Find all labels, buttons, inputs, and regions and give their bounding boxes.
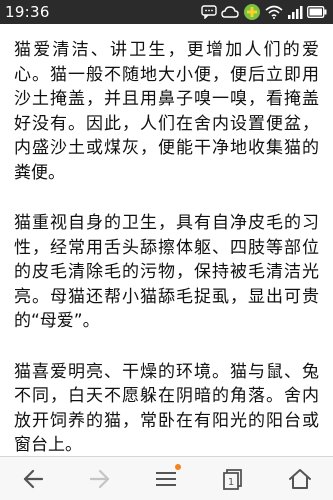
- status-icons: [201, 3, 327, 21]
- article-paragraph-2: 猫重视自身的卫生，具有自净皮毛的习性，经常用舌头舔擦体躯、四肢等部位的皮毛清除毛…: [14, 213, 319, 331]
- tab-count: 1: [228, 477, 234, 488]
- tabs-icon: 1: [223, 468, 242, 490]
- article-paragraph-3: 猫喜爱明亮、干燥的环境。猫与鼠、兔不同，白天不愿躲在阴暗的角落。舍内放开饲养的猫…: [14, 361, 319, 456]
- menu-icon: [156, 471, 177, 486]
- home-button[interactable]: [280, 459, 320, 499]
- cloud-icon: [221, 5, 239, 19]
- app-plus-icon: [243, 3, 261, 21]
- battery-icon: [307, 6, 327, 18]
- message-icon: [201, 5, 217, 19]
- signal-icon: [287, 5, 303, 19]
- notification-dot: [175, 463, 182, 470]
- article-content[interactable]: 猫爱清洁、讲卫生，更增加人们的爱心。猫一般不随地大小便，便后立即用沙土掩盖，并且…: [0, 24, 333, 456]
- menu-button[interactable]: [146, 459, 186, 499]
- tabs-button[interactable]: 1: [213, 459, 253, 499]
- forward-arrow-icon: [89, 469, 109, 488]
- back-button[interactable]: [13, 459, 53, 499]
- forward-button[interactable]: [80, 459, 120, 499]
- article-paragraph-1: 猫爱清洁、讲卫生，更增加人们的爱心。猫一般不随地大小便，便后立即用沙土掩盖，并且…: [14, 40, 319, 183]
- home-icon: [288, 468, 311, 489]
- bottom-nav-bar: 1: [0, 456, 333, 500]
- status-bar: 19:36: [0, 0, 333, 24]
- back-arrow-icon: [24, 469, 44, 488]
- wifi-icon: [265, 5, 283, 19]
- status-time: 19:36: [5, 3, 50, 21]
